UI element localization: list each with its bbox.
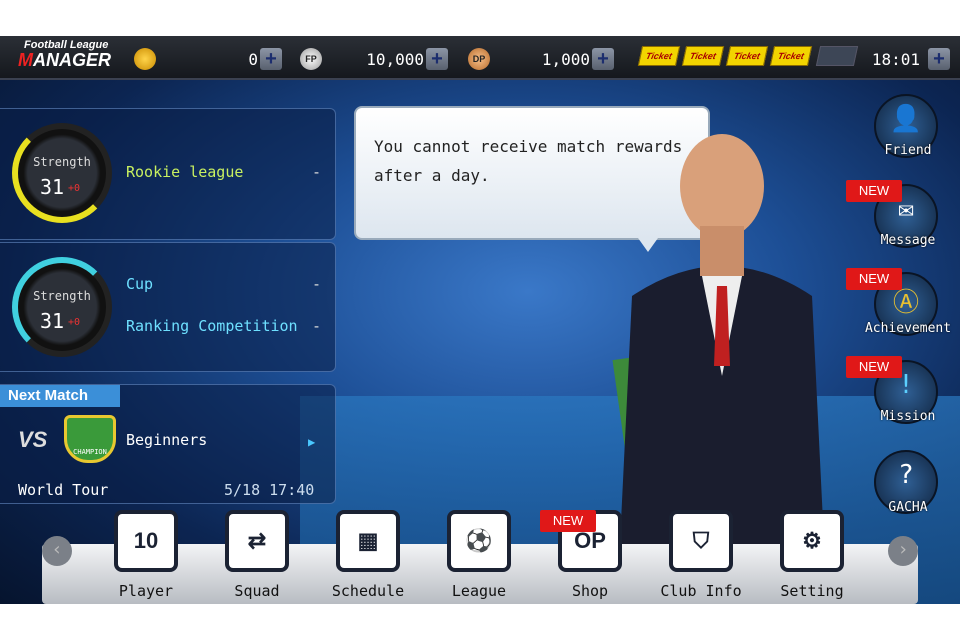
add-ticket-button[interactable]: +: [928, 48, 950, 70]
menu-player[interactable]: 10 Player: [101, 510, 191, 600]
ticket-empty-icon: [815, 46, 859, 66]
gacha-box-icon: ?: [898, 460, 914, 490]
league-panel[interactable]: Strength 31 +0 Rookie league -: [0, 108, 336, 240]
gold-counter: 0 +: [170, 46, 282, 72]
menu-schedule[interactable]: ▦ Schedule: [323, 510, 413, 600]
add-fp-button[interactable]: +: [426, 48, 448, 70]
menu-club-info[interactable]: ⛉ Club Info: [656, 510, 746, 600]
cup-panel[interactable]: Strength 31 +0 Cup - Ranking Competition…: [0, 242, 336, 372]
new-badge: NEW: [540, 510, 596, 532]
ticket-timer: 18:01 +: [866, 46, 950, 72]
jersey-icon: 10: [114, 510, 178, 572]
ticket-icon: Ticket: [637, 46, 681, 66]
ranking-label[interactable]: Ranking Competition: [126, 317, 298, 335]
friend-button[interactable]: 👤 Friend: [874, 94, 938, 158]
add-dp-button[interactable]: +: [592, 48, 614, 70]
menu-setting[interactable]: ⚙ Setting: [767, 510, 857, 600]
squad-swap-icon: ⇄: [225, 510, 289, 572]
game-logo: Football League MANAGER: [18, 39, 112, 70]
add-friend-icon: 👤: [889, 104, 923, 134]
calendar-icon: ▦: [336, 510, 400, 572]
dp-counter: 1,000 +: [500, 46, 614, 72]
top-bar: Football League MANAGER 0 + FP 10,000 + DP…: [0, 36, 960, 80]
gold-coin-icon: [134, 48, 156, 70]
dp-coin-icon: DP: [468, 48, 490, 70]
fp-coin-icon: FP: [300, 48, 322, 70]
gears-icon: ⚙: [780, 510, 844, 572]
menu-squad[interactable]: ⇄ Squad: [212, 510, 302, 600]
shield-doc-icon: ⛉: [669, 510, 733, 572]
ticket-icon: Ticket: [681, 46, 725, 66]
next-match-title: Next Match: [0, 385, 120, 407]
fp-counter: 10,000 +: [330, 46, 448, 72]
play-arrow-icon[interactable]: ▶: [308, 435, 315, 449]
gacha-button[interactable]: ? GACHA: [874, 450, 938, 515]
menu-league[interactable]: ⚽ League: [434, 510, 524, 600]
ticket-icon: Ticket: [769, 46, 813, 66]
strength-gauge: Strength 31 +0: [12, 123, 112, 223]
ball-boot-icon: ⚽: [447, 510, 511, 572]
game-screen: Football League MANAGER 0 + FP 10,000 + DP…: [0, 36, 960, 604]
strength-gauge: Strength 31 +0: [12, 257, 112, 357]
next-match-panel[interactable]: Next Match VS CHAMPION Beginners ▶ World…: [0, 384, 336, 504]
new-badge: NEW: [846, 268, 902, 290]
add-gold-button[interactable]: +: [260, 48, 282, 70]
ticket-icon: Ticket: [725, 46, 769, 66]
scroll-left-button[interactable]: ‹: [42, 536, 72, 566]
opponent-name: Beginners: [126, 431, 208, 449]
champion-badge-icon: CHAMPION: [64, 415, 116, 463]
scroll-right-button[interactable]: ›: [888, 536, 918, 566]
new-badge: NEW: [846, 180, 902, 202]
new-badge: NEW: [846, 356, 902, 378]
league-name: Rookie league: [126, 163, 244, 181]
cup-label[interactable]: Cup: [126, 275, 153, 293]
